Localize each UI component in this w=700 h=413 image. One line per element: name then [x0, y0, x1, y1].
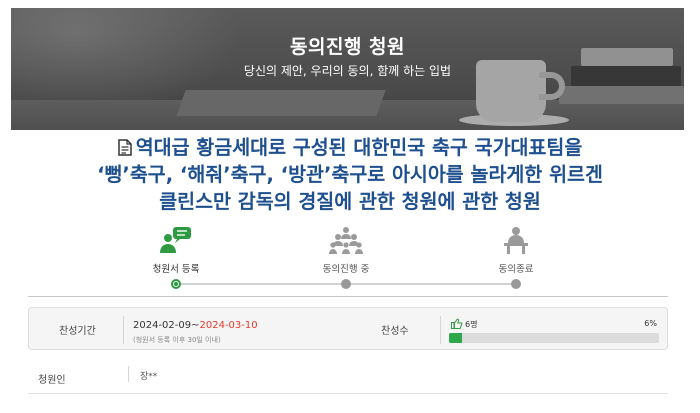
step-in-progress: 동의진행 중	[286, 226, 406, 275]
period-end-date: 2024-03-10	[199, 320, 258, 331]
section-divider	[28, 296, 668, 297]
step-dot-registration	[171, 279, 181, 289]
support-progress-fill	[449, 333, 462, 343]
support-progress-bar	[449, 333, 659, 343]
petition-title-line: 역대급 황금세대로 구성된 대한민국 축구 국가대표팀을	[40, 134, 660, 161]
support-percent: 6%	[644, 319, 657, 328]
hero-title: 동의진행 청원	[290, 36, 405, 58]
document-icon	[117, 139, 132, 156]
proposer-separator	[128, 366, 129, 382]
petition-title-line: 클린스만 감독의 경질에 관한 청원에 관한 청원	[159, 190, 541, 213]
hero-subtitle: 당신의 제안, 우리의 동의, 함께 하는 입법	[243, 64, 452, 78]
thumbs-up-icon	[451, 318, 463, 329]
petition-title: 역대급 황금세대로 구성된 대한민국 축구 국가대표팀을 ‘뻥’축구, ‘해줘’…	[40, 134, 660, 215]
info-separator	[440, 316, 441, 344]
proposer-label: 청원인	[38, 375, 66, 386]
info-separator	[123, 316, 124, 344]
petition-info-box: 찬성기간 2024-02-09~2024-03-10 (청원서 등록 이후 30…	[28, 307, 668, 350]
step-label: 동의진행 중	[322, 264, 370, 275]
period-note: (청원서 등록 이후 30일 이내)	[133, 336, 221, 344]
support-label: 찬성수	[381, 326, 409, 337]
step-dot-in-progress	[341, 279, 351, 289]
step-label: 청원서 등록	[152, 264, 200, 275]
hero-banner: 동의진행 청원 당신의 제안, 우리의 동의, 함께 하는 입법	[11, 8, 684, 130]
speech-person-icon	[160, 227, 191, 253]
period-start-date: 2024-02-09~	[133, 320, 200, 331]
period-label: 찬성기간	[59, 326, 96, 337]
podium-person-icon	[504, 227, 528, 254]
step-label: 동의종료	[498, 264, 534, 275]
petition-title-line: ‘뻥’축구, ‘해줘’축구, ‘방관’축구로 아시아를 놀라게한 위르겐	[97, 163, 603, 186]
proposer-value: 장**	[140, 372, 158, 382]
row-divider	[28, 393, 668, 394]
crowd-icon	[329, 227, 363, 254]
step-dot-ended	[511, 279, 521, 289]
period-dates: 2024-02-09~2024-03-10	[133, 320, 258, 331]
step-ended: 동의종료	[456, 226, 576, 275]
support-count: 6명	[465, 320, 478, 329]
step-registration: 청원서 등록	[116, 226, 236, 275]
